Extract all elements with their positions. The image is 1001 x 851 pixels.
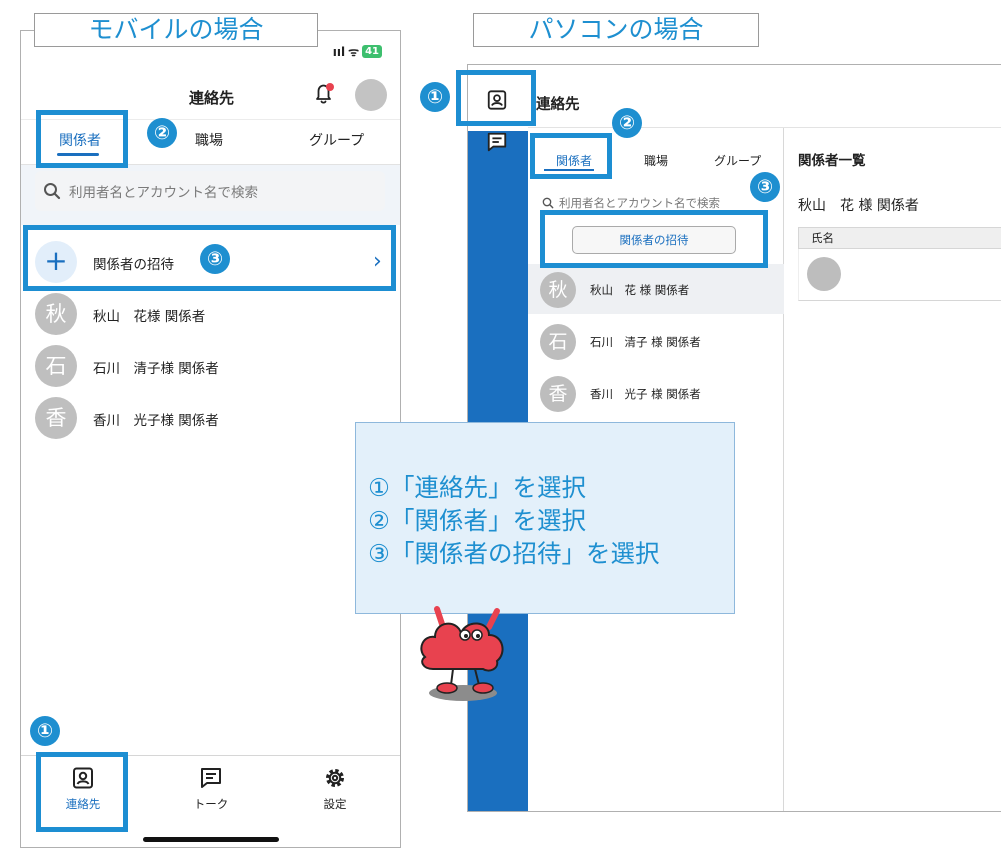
nav-talk-label: トーク [193, 797, 229, 811]
avatar[interactable] [355, 79, 387, 111]
step-marker-1: ① [30, 716, 60, 746]
status-bar: ııl ᯤ 41 [333, 43, 382, 60]
nav-settings[interactable]: 設定 [295, 766, 375, 812]
list-item[interactable]: 香 香川 光子 様 関係者 [528, 368, 784, 418]
nav-talk[interactable]: トーク [171, 766, 251, 812]
contact-name: 秋山 花様 関係者 [93, 309, 206, 325]
contact-avatar: 香 [35, 397, 77, 439]
detail-selected-name: 秋山 花 様 関係者 [798, 198, 919, 214]
mobile-section-title: モバイルの場合 [34, 13, 318, 47]
home-indicator [143, 837, 279, 842]
step-marker-3: ③ [750, 172, 780, 202]
battery-icon: 41 [362, 45, 382, 58]
instruction-step-3: ③「関係者の招待」を選択 [368, 539, 660, 568]
page-title: 連絡先 [188, 89, 234, 107]
highlight-contacts-nav [36, 752, 128, 832]
contact-name: 秋山 花 様 関係者 [590, 283, 690, 297]
table-row[interactable] [798, 249, 1001, 301]
tab-workplace[interactable]: 職場 [644, 152, 668, 169]
list-item[interactable]: 秋 秋山 花 様 関係者 [528, 264, 784, 314]
contact-avatar: 石 [540, 324, 576, 360]
instruction-step-1: ①「連絡先」を選択 [368, 473, 586, 502]
step-marker-3: ③ [200, 244, 230, 274]
list-item[interactable]: 秋 秋山 花様 関係者 [35, 293, 385, 339]
gear-icon [326, 769, 344, 787]
contact-name: 香川 光子 様 関係者 [590, 387, 701, 401]
wifi-icon: ᯤ [348, 45, 360, 59]
pc-page-title: 連絡先 [536, 97, 580, 113]
contact-avatar: 香 [540, 376, 576, 412]
contact-avatar: 石 [35, 345, 77, 387]
search-placeholder: 利用者名とアカウント名で検索 [69, 185, 258, 201]
contact-avatar: 秋 [540, 272, 576, 308]
chat-icon[interactable] [486, 131, 508, 153]
tab-group[interactable]: グループ [309, 130, 364, 150]
detail-title: 関係者一覧 [798, 153, 866, 169]
step-marker-2: ② [147, 118, 177, 148]
search-icon [44, 183, 61, 200]
list-item[interactable]: 香 香川 光子様 関係者 [35, 397, 385, 443]
contact-name: 石川 清子様 関係者 [93, 361, 219, 377]
contact-name: 香川 光子様 関係者 [93, 413, 219, 429]
step-marker-1: ① [420, 82, 450, 112]
instruction-step-2: ②「関係者」を選択 [368, 506, 586, 535]
highlight-related-tab [36, 110, 128, 168]
pc-section-title: パソコンの場合 [473, 13, 759, 47]
list-item[interactable]: 石 石川 清子 様 関係者 [528, 316, 784, 366]
nav-settings-label: 設定 [323, 797, 347, 811]
highlight-pc-contacts [456, 70, 536, 126]
search-placeholder: 利用者名とアカウント名で検索 [559, 196, 720, 210]
chat-icon [201, 768, 221, 788]
tab-workplace[interactable]: 職場 [195, 130, 223, 150]
step-marker-2: ② [612, 108, 642, 138]
list-item[interactable]: 石 石川 清子様 関係者 [35, 345, 385, 391]
table-header-name: 氏名 [798, 227, 1001, 249]
tab-group[interactable]: グループ [714, 152, 761, 169]
contact-avatar: 秋 [35, 293, 77, 335]
signal-icon: ııl [332, 44, 346, 59]
notification-bell-icon[interactable] [311, 81, 337, 107]
mascot-icon [420, 606, 504, 701]
search-icon [542, 197, 554, 209]
highlight-pc-invite [540, 210, 768, 268]
avatar [807, 257, 841, 291]
contact-name: 石川 清子 様 関係者 [590, 335, 701, 349]
instruction-callout: ①「連絡先」を選択 ②「関係者」を選択 ③「関係者の招待」を選択 [355, 422, 735, 614]
search-input[interactable]: 利用者名とアカウント名で検索 [35, 171, 385, 211]
highlight-pc-related-tab [530, 133, 612, 179]
